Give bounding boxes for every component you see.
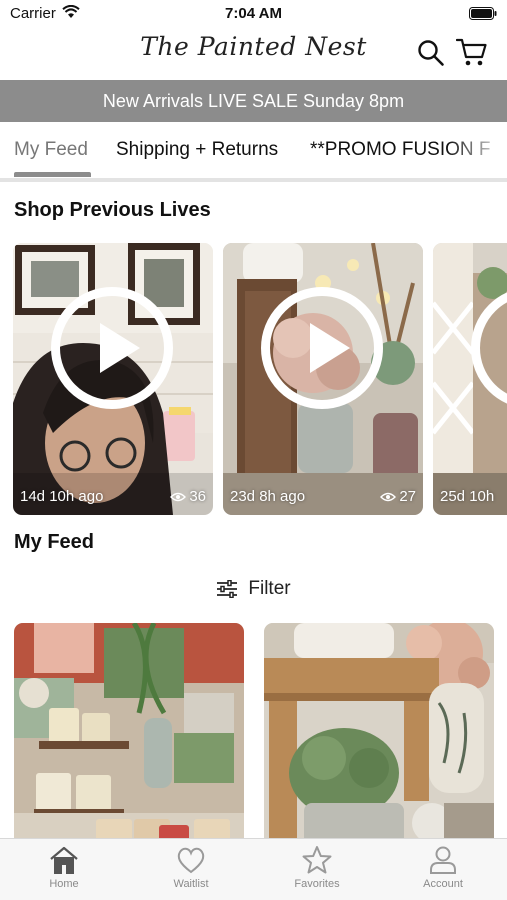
- nav-favorites-label: Favorites: [294, 878, 340, 890]
- live-video-card[interactable]: 23d 8h ago 27: [223, 243, 423, 515]
- star-icon: [302, 846, 332, 874]
- feed-product-image: [264, 623, 494, 848]
- promo-banner[interactable]: New Arrivals LIVE SALE Sunday 8pm: [0, 80, 507, 122]
- cart-icon[interactable]: [456, 37, 488, 67]
- tabs-fade: [447, 122, 507, 178]
- tabs-divider: [0, 178, 507, 182]
- tab-shipping-returns[interactable]: Shipping + Returns: [116, 139, 278, 161]
- person-icon: [430, 846, 456, 874]
- active-tab-indicator: [14, 172, 91, 177]
- heart-icon: [177, 847, 205, 874]
- promo-banner-text: New Arrivals LIVE SALE Sunday 8pm: [102, 90, 405, 111]
- play-button[interactable]: [261, 287, 383, 409]
- nav-account[interactable]: Account: [393, 845, 493, 890]
- filter-button[interactable]: Filter: [0, 576, 507, 602]
- battery-icon: [469, 7, 497, 20]
- eye-icon: [380, 492, 397, 501]
- category-tabs: My Feed Shipping + Returns **PROMO FUSIO…: [0, 122, 507, 180]
- nav-account-label: Account: [423, 878, 463, 890]
- previous-lives-carousel[interactable]: 14d 10h ago 36 23d 8h ago 27 25d 10h: [0, 243, 507, 515]
- live-video-card[interactable]: 25d 10h: [433, 243, 507, 515]
- feed-product-card[interactable]: [14, 623, 244, 848]
- live-view-count-value: 36: [189, 488, 206, 505]
- play-icon: [100, 323, 140, 373]
- live-video-card[interactable]: 14d 10h ago 36: [13, 243, 213, 515]
- live-view-count: 27: [380, 488, 416, 505]
- my-feed-heading: My Feed: [14, 531, 95, 553]
- filter-label: Filter: [248, 578, 291, 599]
- status-bar: Carrier 7:04 AM: [0, 0, 507, 28]
- play-icon: [310, 323, 350, 373]
- nav-waitlist-label: Waitlist: [173, 878, 209, 890]
- clock: 7:04 AM: [225, 5, 282, 22]
- shop-previous-lives-heading: Shop Previous Lives: [14, 199, 211, 221]
- eye-icon: [170, 492, 187, 501]
- play-button[interactable]: [51, 287, 173, 409]
- nav-waitlist[interactable]: Waitlist: [141, 845, 241, 890]
- home-icon: [50, 846, 78, 874]
- feed-product-card[interactable]: [264, 623, 494, 848]
- nav-favorites[interactable]: Favorites: [267, 845, 367, 890]
- tab-my-feed[interactable]: My Feed: [14, 139, 88, 161]
- search-icon[interactable]: [417, 39, 445, 67]
- live-view-count: 36: [170, 488, 206, 505]
- bottom-tab-bar: Home Waitlist Favorites Account: [0, 838, 507, 900]
- nav-home[interactable]: Home: [14, 845, 114, 890]
- filter-sliders-icon: [217, 580, 238, 598]
- live-view-count-value: 27: [399, 488, 416, 505]
- feed-product-image: [14, 623, 244, 848]
- live-time-ago: 14d 10h ago: [20, 488, 104, 505]
- header: The Painted Nest: [0, 28, 507, 80]
- live-time-ago: 23d 8h ago: [230, 488, 306, 505]
- nav-home-label: Home: [49, 878, 79, 890]
- live-time-ago: 25d 10h: [440, 488, 495, 505]
